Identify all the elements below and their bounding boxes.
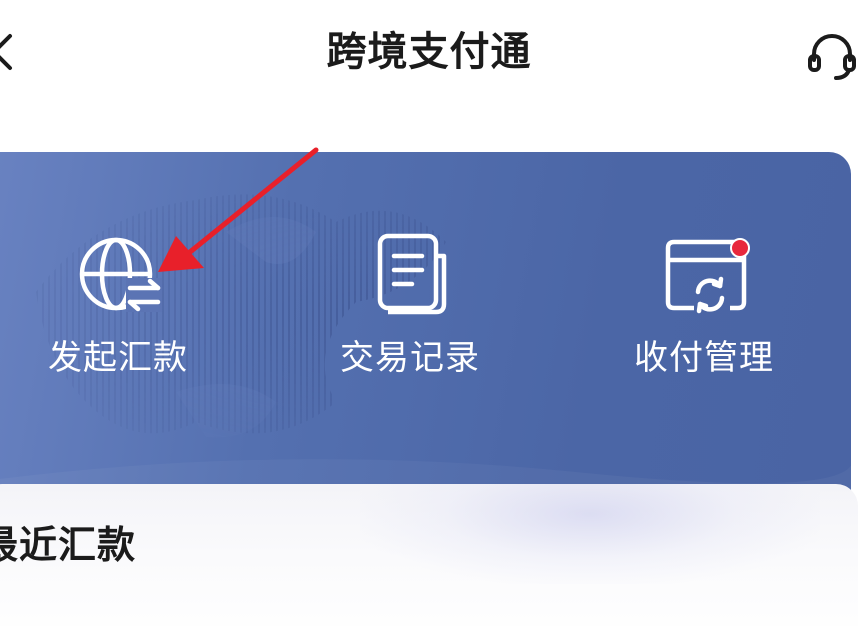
- feature-banner: 发起汇款 交易记录 收付管理: [0, 152, 851, 512]
- page-title: 跨境支付通: [326, 29, 532, 75]
- customer-service-button[interactable]: [806, 30, 858, 82]
- page-root: 跨境支付通 发起汇款 交易记录 收付管理 近汇款: [0, 0, 858, 626]
- recent-remittance-title: 最近汇款: [0, 523, 137, 567]
- icon-container: [8, 232, 228, 318]
- headset-icon: [808, 34, 856, 80]
- document-icon: [377, 233, 447, 315]
- transaction-records-button[interactable]: 交易记录: [300, 232, 520, 392]
- initiate-remittance-label: 发起汇款: [48, 338, 188, 378]
- top-nav-bar: 跨境支付通: [0, 0, 858, 110]
- payment-management-label: 收付管理: [634, 338, 774, 378]
- icon-container: [300, 232, 520, 318]
- payment-management-button[interactable]: 收付管理: [594, 232, 814, 392]
- transaction-records-label: 交易记录: [340, 338, 480, 378]
- initiate-remittance-button[interactable]: 发起汇款: [8, 232, 228, 392]
- icon-container: [594, 232, 814, 318]
- notification-badge: [730, 238, 750, 258]
- globe-transfer-icon: [79, 237, 162, 312]
- section-glow-decoration: [360, 484, 820, 584]
- recent-remittance-section: 最近汇款: [0, 484, 858, 626]
